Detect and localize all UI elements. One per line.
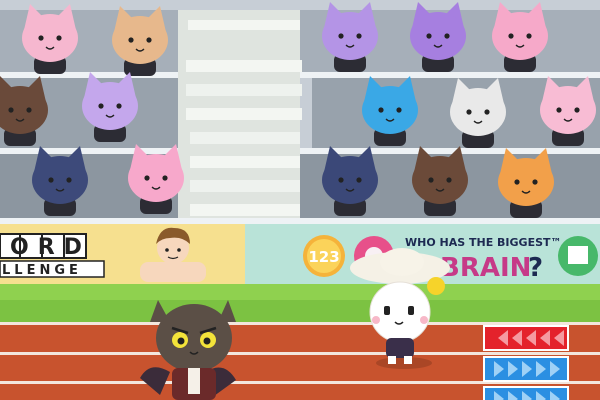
word-line2: LLENGE bbox=[2, 263, 82, 278]
game-stage: ORD LLENGE 123 WHO HAS THE BIGGEST™ BRAI… bbox=[0, 0, 600, 400]
coin-123: 123 bbox=[303, 235, 345, 277]
brain-word: BRAIN bbox=[440, 253, 531, 283]
brain-headline: WHO HAS THE BIGGEST™ bbox=[405, 236, 562, 249]
stairs bbox=[178, 10, 302, 218]
word-tiles: ORD LLENGE bbox=[0, 233, 105, 278]
brain-question: ? bbox=[528, 253, 543, 283]
lane-indicators bbox=[483, 325, 569, 400]
word-line1: ORD bbox=[10, 235, 91, 260]
coin-number: 123 bbox=[308, 248, 339, 266]
book-icon bbox=[558, 236, 598, 276]
banner-wall: ORD LLENGE 123 WHO HAS THE BIGGEST™ BRAI… bbox=[0, 218, 600, 284]
